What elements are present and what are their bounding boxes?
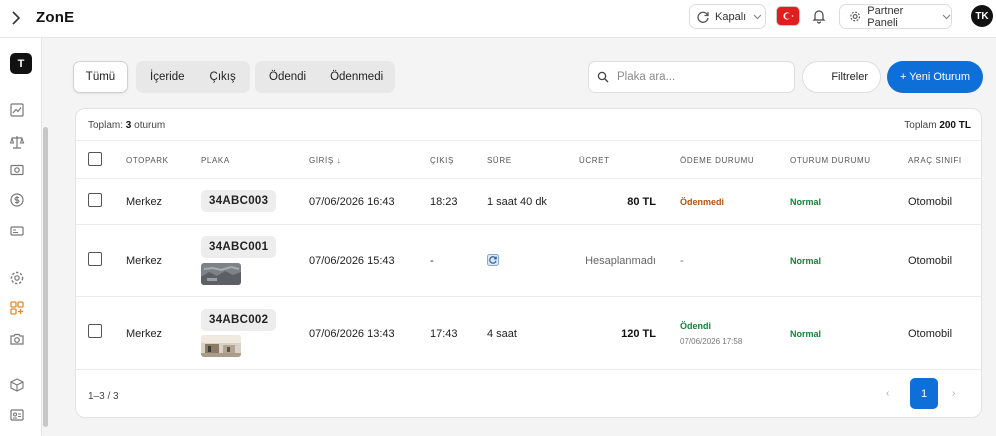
camera-box-icon[interactable] [8, 161, 26, 179]
cell-otopark: Merkez [126, 328, 163, 340]
top-bar: ZonE Kapalı Partner Paneli TK [0, 0, 996, 38]
cell-giris: 07/06/2026 13:43 [309, 328, 395, 340]
total-label: Toplam: [88, 120, 124, 131]
cube-icon[interactable] [8, 376, 26, 394]
payment-status-badge: Ödendi [680, 321, 711, 331]
total-amount: 200 TL [939, 120, 971, 131]
tab-paid[interactable]: Ödendi [255, 71, 318, 83]
search-icon [597, 71, 609, 83]
status-toggle-button[interactable]: Kapalı [689, 4, 766, 29]
column-header-cikis[interactable]: ÇIKIŞ [430, 156, 454, 165]
cell-arac: Otomobil [908, 255, 953, 267]
dollar-icon[interactable] [8, 191, 26, 209]
select-all-checkbox[interactable] [88, 152, 102, 166]
payment-status-badge: Ödenmedi [680, 197, 725, 207]
cell-ucret: 80 TL [627, 196, 656, 208]
plate-badge[interactable]: 34ABC001 [201, 236, 277, 258]
partner-panel-label: Partner Paneli [867, 4, 904, 29]
cell-arac: Otomobil [908, 328, 953, 340]
row-checkbox[interactable] [88, 193, 102, 207]
card-icon[interactable] [8, 222, 26, 240]
row-checkbox[interactable] [88, 324, 102, 338]
tab-unpaid[interactable]: Ödenmedi [318, 71, 395, 83]
cell-giris: 07/06/2026 16:43 [309, 196, 395, 208]
camera-icon[interactable] [8, 330, 26, 348]
payment-filter-group: Ödendi Ödenmedi [255, 61, 395, 93]
gear-icon [850, 11, 861, 22]
workspace-logo[interactable]: T [10, 53, 32, 74]
refresh-icon [697, 11, 709, 23]
turkey-flag-icon[interactable] [776, 6, 800, 26]
tab-exit[interactable]: Çıkış [198, 71, 248, 83]
partner-panel-button[interactable]: Partner Paneli [839, 4, 952, 29]
expand-sidebar-icon[interactable] [9, 8, 23, 28]
sidebar: T [0, 38, 42, 436]
pagination-next-button[interactable]: › [952, 388, 955, 399]
bell-icon[interactable] [811, 8, 827, 24]
settings-gear-icon[interactable] [8, 269, 26, 287]
total-amount-label: Toplam [904, 120, 937, 131]
total-unit: oturum [134, 120, 166, 131]
sidebar-scrollbar[interactable] [43, 127, 48, 427]
column-header-arac[interactable]: ARAÇ SINIFI [908, 156, 962, 165]
cell-sure: 1 saat 40 dk [487, 196, 547, 208]
cell-cikis: 17:43 [430, 328, 458, 340]
status-label: Kapalı [715, 10, 747, 23]
cell-ucret: Hesaplanmadı [585, 255, 656, 267]
cell-ucret: 120 TL [621, 328, 656, 340]
payment-status-badge: - [680, 255, 684, 267]
location-filter-group: İçeride Çıkış [136, 61, 250, 93]
column-header-odeme[interactable]: ÖDEME DURUMU [680, 156, 754, 165]
chevron-down-icon [753, 12, 762, 22]
session-status-badge: Normal [790, 329, 822, 339]
pagination-prev-button[interactable]: ‹ [886, 388, 889, 399]
cell-sure: 4 saat [487, 328, 517, 340]
dashboard-chart-icon[interactable] [8, 101, 26, 119]
cell-otopark: Merkez [126, 196, 163, 208]
plate-search-input[interactable]: Plaka ara... [588, 61, 795, 93]
pagination-page-button[interactable]: 1 [910, 378, 938, 409]
payment-date: 07/06/2026 17:58 [680, 337, 743, 346]
cell-arac: Otomobil [908, 196, 953, 208]
total-count: 3 [125, 120, 132, 131]
column-header-oturum[interactable]: OTURUM DURUMU [790, 156, 871, 165]
tab-all[interactable]: Tümü [73, 61, 128, 93]
cell-otopark: Merkez [126, 255, 163, 267]
filters-button[interactable]: Filtreler [802, 61, 881, 93]
vehicle-photo-thumbnail[interactable] [201, 263, 241, 285]
pagination-range: 1–3 / 3 [88, 391, 119, 402]
vehicle-photo-thumbnail[interactable] [201, 335, 241, 357]
scale-icon[interactable] [8, 133, 26, 151]
cell-cikis: 18:23 [430, 196, 458, 208]
search-placeholder: Plaka ara... [617, 71, 676, 83]
user-avatar[interactable]: TK [971, 5, 993, 27]
loading-spinner-icon [487, 253, 499, 266]
session-status-badge: Normal [790, 197, 822, 207]
chevron-down-icon [942, 12, 951, 22]
tab-inside[interactable]: İçeride [136, 71, 198, 83]
brand-logo[interactable]: ZonE [36, 9, 74, 26]
column-header-sure[interactable]: SÜRE [487, 156, 512, 165]
cell-giris: 07/06/2026 15:43 [309, 255, 395, 267]
session-status-badge: Normal [790, 256, 822, 266]
column-header-giris[interactable]: GİRİŞ ↓ [309, 156, 341, 165]
table-summary: Toplam: 3 oturum Toplam 200 TL [76, 109, 981, 141]
plate-badge[interactable]: 34ABC003 [201, 190, 277, 212]
sessions-table-card: Toplam: 3 oturum Toplam 200 TL OTOPARK P… [75, 108, 982, 418]
id-card-icon[interactable] [8, 406, 26, 424]
column-header-ucret[interactable]: ÜCRET [579, 156, 610, 165]
plate-badge[interactable]: 34ABC002 [201, 309, 277, 331]
add-user-group-icon[interactable] [8, 299, 26, 317]
cell-cikis: - [430, 255, 434, 267]
column-header-otopark[interactable]: OTOPARK [126, 156, 169, 165]
new-session-button[interactable]: + Yeni Oturum [887, 61, 983, 93]
column-header-plaka[interactable]: PLAKA [201, 156, 230, 165]
row-checkbox[interactable] [88, 252, 102, 266]
